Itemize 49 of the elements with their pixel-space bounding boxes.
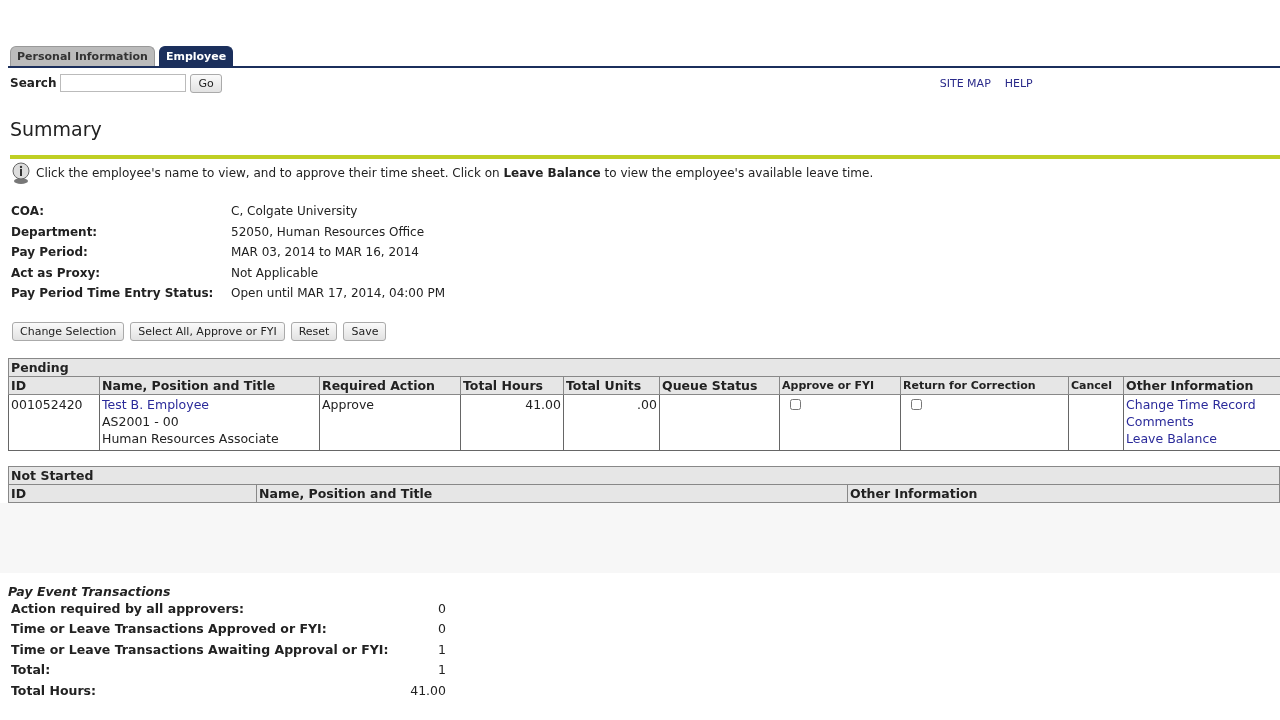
- table-link[interactable]: Change Time Record: [1126, 395, 1256, 413]
- action-button[interactable]: Save: [343, 321, 387, 341]
- summary-value: 41.00: [409, 681, 446, 700]
- table-link[interactable]: Leave Balance: [1126, 429, 1217, 447]
- field-value: MAR 03, 2014 to MAR 16, 2014: [231, 244, 420, 261]
- summary-label: Action required by all approvers:: [11, 599, 245, 618]
- field-value: 52050, Human Resources Office: [231, 223, 426, 241]
- approve-checkbox[interactable]: [790, 398, 801, 410]
- field-value: Open until MAR 17, 2014, 04:00 PM: [231, 285, 446, 302]
- field-label: COA:: [11, 203, 45, 220]
- return-checkbox[interactable]: [911, 398, 922, 410]
- header-link[interactable]: SITE MAP: [939, 76, 991, 90]
- search-label: Search: [10, 76, 57, 90]
- summary-value: 1: [437, 661, 446, 679]
- table-cell: 001052420: [8, 394, 100, 450]
- field-label: Pay Period:: [11, 244, 89, 261]
- field-value: C, Colgate University: [231, 203, 359, 220]
- table-caption: Not Started: [8, 466, 1280, 484]
- position-text: AS2001 - 00: [102, 412, 179, 430]
- tab[interactable]: Personal Information: [10, 46, 155, 66]
- summary-label: Time or Leave Transactions Awaiting Approval or FYI:: [11, 640, 390, 659]
- summary-label: Total Hours:: [11, 681, 98, 700]
- info-icon: [10, 162, 32, 184]
- tab[interactable]: Employee: [158, 46, 234, 66]
- table-cell: 41.00: [460, 394, 564, 450]
- table-cell: .00: [563, 394, 660, 450]
- employee-link[interactable]: Test B. Employee: [102, 395, 210, 413]
- section-title: Pay Event Transactions: [8, 583, 172, 599]
- summary-label: Time or Leave Transactions Approved or FYI:: [11, 620, 328, 638]
- field-value: Not Applicable: [231, 264, 320, 282]
- summary-value: 1: [437, 640, 446, 659]
- info-text: Click the employee's name to view, and to approve their time sheet. Click on Leave Balance to view the employee's available leave time.: [36, 166, 874, 180]
- table-link[interactable]: Comments: [1126, 412, 1194, 430]
- go-button[interactable]: Go: [190, 73, 222, 93]
- field-label: Act as Proxy:: [11, 264, 102, 282]
- summary-value: 0: [437, 620, 446, 638]
- field-label: Department:: [11, 223, 99, 241]
- field-label: Pay Period Time Entry Status:: [11, 285, 215, 302]
- action-button[interactable]: Change Selection: [12, 321, 125, 341]
- action-button[interactable]: Select All, Approve or FYI: [130, 321, 285, 341]
- table-caption: Pending: [8, 358, 1280, 376]
- summary-label: Total:: [11, 661, 52, 679]
- header-link[interactable]: HELP: [1004, 76, 1033, 90]
- page-title: Summary: [10, 118, 103, 142]
- action-button[interactable]: Reset: [290, 321, 338, 341]
- table-cell: Approve: [319, 394, 461, 450]
- search-field[interactable]: [60, 74, 187, 92]
- summary-value: 0: [437, 599, 446, 618]
- job-title-text: Human Resources Associate: [102, 429, 279, 447]
